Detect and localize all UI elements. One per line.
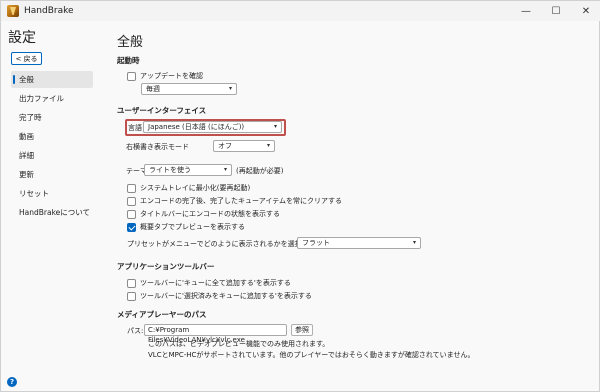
check-updates-option[interactable]: アップデートを確認	[127, 71, 203, 81]
clear-completed-queue-label: エンコードの完了後、完了したキューアイテムを常にクリアする	[140, 197, 343, 205]
theme-restart-note: (再起動が必要)	[236, 167, 284, 175]
chevron-down-icon: ▾	[223, 166, 227, 173]
minimize-button[interactable]: —	[511, 1, 541, 21]
toolbar-heading: アプリケーションツールバー	[117, 262, 215, 271]
preset-menu-select[interactable]: フラット ▾	[297, 237, 421, 249]
preset-menu-value: フラット	[302, 239, 330, 247]
nav-item-reset[interactable]: リセット	[11, 185, 93, 202]
media-player-note-2: VLCとMPC-HCがサポートされています。他のプレイヤーではおそらく動きますが…	[148, 351, 475, 359]
titlebar-status-label: タイトルバーにエンコードの状態を表示する	[140, 210, 280, 218]
startup-heading: 起動時	[117, 56, 140, 65]
settings-title: 設定	[8, 30, 36, 46]
browse-button[interactable]: 参照	[291, 324, 313, 336]
theme-value: ライトを使う	[149, 166, 191, 174]
rtl-mode-value: オフ	[218, 142, 232, 150]
theme-select[interactable]: ライトを使う ▾	[144, 164, 232, 176]
update-frequency-select[interactable]: 毎週 ▾	[141, 83, 237, 95]
summary-preview-checkbox[interactable]	[127, 222, 136, 232]
show-add-selection-checkbox[interactable]	[127, 291, 136, 301]
ui-heading: ユーザーインターフェイス	[117, 106, 207, 115]
back-button[interactable]: < 戻る	[11, 52, 42, 65]
path-label: パス:	[127, 327, 144, 335]
show-add-all-option[interactable]: ツールバーに'キューに全て追加する'を表示する	[127, 278, 291, 288]
clear-completed-queue-checkbox[interactable]	[127, 196, 136, 206]
window-title: HandBrake	[24, 6, 74, 16]
titlebar-status-option[interactable]: タイトルバーにエンコードの状態を表示する	[127, 209, 280, 219]
title-bar: HandBrake — ☐ ✕	[1, 1, 600, 21]
show-add-selection-label: ツールバーに'選択済みをキューに追加する'を表示する	[140, 292, 312, 300]
language-select[interactable]: Japanese (日本語 (にほんご)) ▾	[143, 121, 282, 133]
chevron-down-icon: ▾	[266, 142, 270, 149]
handbrake-window: HandBrake — ☐ ✕ 設定 < 戻る 全般 出力ファイル 完了時 動画…	[0, 0, 600, 392]
minimize-to-tray-label: システムトレイに最小化(要再起動)	[140, 184, 251, 192]
settings-sidebar: 設定 < 戻る 全般 出力ファイル 完了時 動画 詳細 更新 リセット Hand…	[1, 21, 101, 392]
nav-item-advanced[interactable]: 詳細	[11, 147, 93, 164]
preset-menu-label: プリセットがメニューでどのように表示されるかを選択:	[127, 240, 304, 248]
minimize-to-tray-option[interactable]: システムトレイに最小化(要再起動)	[127, 183, 250, 193]
handbrake-app-icon	[7, 5, 19, 17]
nav-item-general[interactable]: 全般	[11, 71, 93, 88]
nav-item-about[interactable]: HandBrakeについて	[11, 204, 93, 221]
media-player-path-input[interactable]: C:¥Program Files¥VideoLAN¥vlc¥vlc.exe	[144, 324, 287, 344]
show-add-all-checkbox[interactable]	[127, 278, 136, 288]
media-player-heading: メディアプレーヤーのパス	[117, 310, 207, 319]
language-label: 言語	[128, 124, 142, 132]
general-settings-panel: 全般 起動時 アップデートを確認 毎週 ▾ ユーザーインターフェイス 言語 Ja…	[117, 21, 597, 392]
clear-completed-queue-option[interactable]: エンコードの完了後、完了したキューアイテムを常にクリアする	[127, 196, 342, 206]
minimize-to-tray-checkbox[interactable]	[127, 183, 136, 193]
settings-nav: 全般 出力ファイル 完了時 動画 詳細 更新 リセット HandBrakeについ…	[1, 71, 97, 223]
update-frequency-value: 毎週	[146, 85, 160, 93]
chevron-down-icon: ▾	[412, 239, 416, 246]
rtl-mode-label: 右横書き表示モード	[126, 143, 189, 151]
nav-item-video[interactable]: 動画	[11, 128, 93, 145]
nav-item-output-files[interactable]: 出力ファイル	[11, 90, 93, 107]
window-controls: — ☐ ✕	[511, 1, 600, 21]
show-add-selection-option[interactable]: ツールバーに'選択済みをキューに追加する'を表示する	[127, 291, 312, 301]
titlebar-status-checkbox[interactable]	[127, 209, 136, 219]
page-title: 全般	[117, 35, 144, 50]
check-updates-checkbox[interactable]	[127, 71, 136, 81]
nav-item-updates[interactable]: 更新	[11, 166, 93, 183]
language-value: Japanese (日本語 (にほんご))	[148, 123, 245, 131]
close-button[interactable]: ✕	[571, 1, 600, 21]
media-player-note-1: このパスは、ビデオプレビュー機能でのみ使用されます。	[148, 340, 330, 348]
help-icon[interactable]: ?	[7, 377, 17, 387]
maximize-button[interactable]: ☐	[541, 1, 571, 21]
summary-preview-label: 概要タブでプレビューを表示する	[140, 223, 245, 231]
nav-item-when-done[interactable]: 完了時	[11, 109, 93, 126]
show-add-all-label: ツールバーに'キューに全て追加する'を表示する	[140, 279, 291, 287]
summary-preview-option[interactable]: 概要タブでプレビューを表示する	[127, 222, 245, 232]
rtl-mode-select[interactable]: オフ ▾	[213, 140, 275, 152]
chevron-down-icon: ▾	[228, 85, 232, 92]
chevron-down-icon: ▾	[273, 123, 277, 130]
check-updates-label: アップデートを確認	[140, 72, 203, 80]
